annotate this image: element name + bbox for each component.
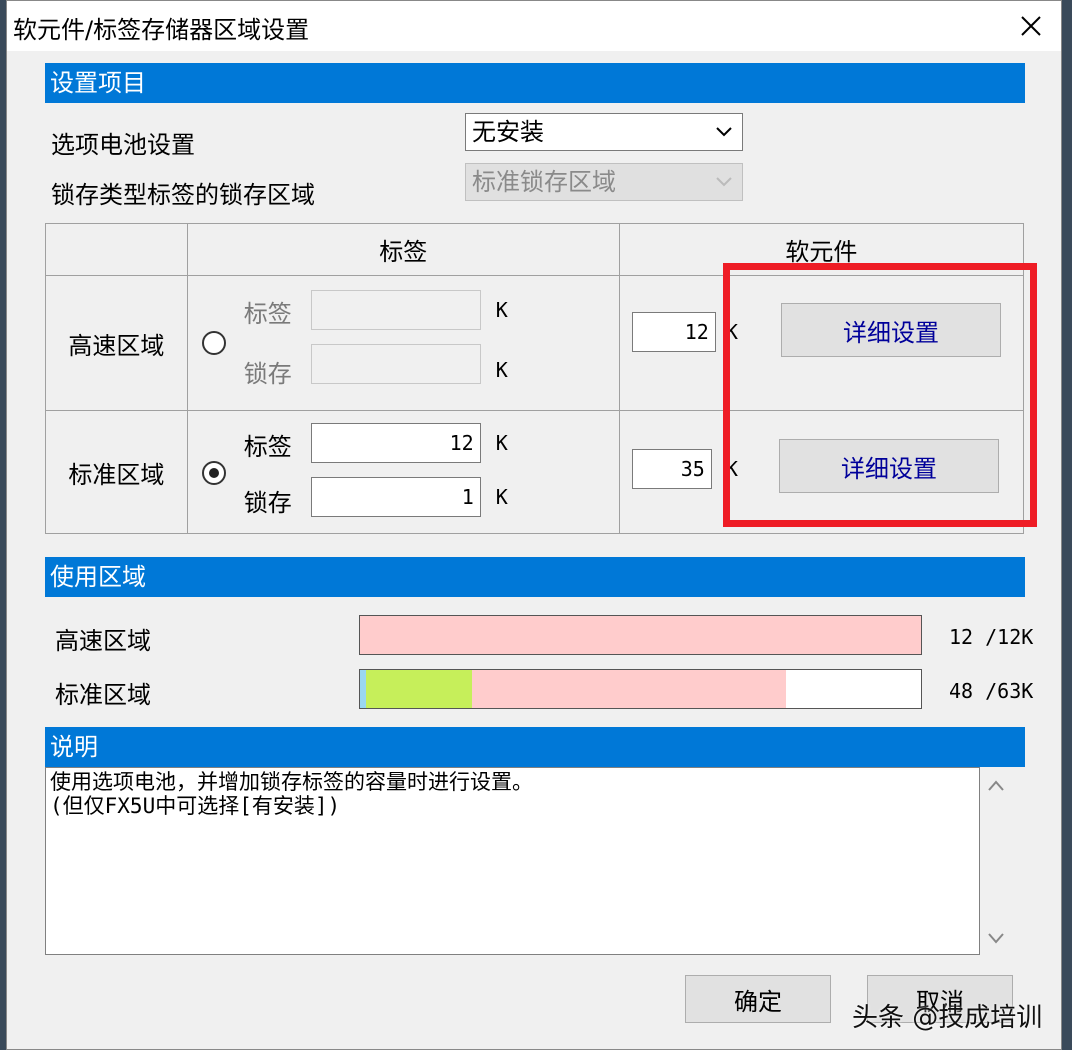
standard-latch-caption: 锁存 xyxy=(243,489,292,517)
column-header-label: 标签 xyxy=(186,223,620,276)
memory-area-settings-dialog: 软元件/标签存储器区域设置 设置项目 选项电池设置 无安装 锁存类型标签的锁存区… xyxy=(6,0,1062,1050)
chevron-down-icon xyxy=(716,127,732,137)
standard-label-unit: K xyxy=(495,431,508,455)
close-button[interactable] xyxy=(1011,7,1051,45)
standard-label-input[interactable]: 12 xyxy=(310,423,481,463)
latch-area-select: 标准锁存区域 xyxy=(465,163,743,201)
high-speed-label-input xyxy=(310,290,481,330)
title-bar: 软元件/标签存储器区域设置 xyxy=(7,1,1061,51)
high-speed-latch-caption: 锁存 xyxy=(243,360,292,388)
row-header-standard: 标准区域 xyxy=(45,410,188,534)
description-line-2: (但仅FX5U中可选择[有安装]) xyxy=(50,794,341,818)
usage-standard-label: 标准区域 xyxy=(55,681,151,709)
usage-high-speed-fill xyxy=(360,616,921,654)
high-speed-latch-unit: K xyxy=(495,358,508,382)
battery-setting-value: 无安装 xyxy=(472,118,544,146)
high-speed-radio[interactable] xyxy=(201,331,226,355)
standard-radio[interactable] xyxy=(201,461,226,485)
description-text-area[interactable]: 使用选项电池，并增加锁存标签的容量时进行设置。 (但仅FX5U中可选择[有安装]… xyxy=(45,767,980,955)
usage-standard-label-fill xyxy=(472,670,787,708)
high-speed-device-input[interactable]: 12 xyxy=(631,312,716,352)
battery-setting-label: 选项电池设置 xyxy=(51,131,195,159)
ok-button[interactable]: 确定 xyxy=(685,975,831,1023)
scroll-up-icon[interactable] xyxy=(987,779,1005,793)
settings-section-header: 设置项目 xyxy=(45,63,1025,103)
high-speed-label-cell: 标签 K 锁存 K xyxy=(186,275,620,411)
usage-standard-text: 48 /63K xyxy=(949,679,1034,703)
window-title: 软元件/标签存储器区域设置 xyxy=(13,16,310,44)
usage-high-speed-label: 高速区域 xyxy=(55,627,151,655)
usage-high-speed-bar xyxy=(359,615,922,655)
standard-latch-input[interactable]: 1 xyxy=(310,477,481,517)
description-section-header: 说明 xyxy=(45,727,1025,767)
chevron-down-icon xyxy=(716,177,732,187)
usage-standard-bar xyxy=(359,669,922,709)
standard-device-input[interactable]: 35 xyxy=(631,449,712,489)
table-corner xyxy=(45,223,188,276)
standard-label-caption: 标签 xyxy=(243,433,292,461)
usage-high-speed-text: 12 /12K xyxy=(949,625,1034,649)
high-speed-label-caption: 标签 xyxy=(243,300,292,328)
close-icon xyxy=(1021,16,1041,36)
description-line-1: 使用选项电池，并增加锁存标签的容量时进行设置。 xyxy=(50,770,533,794)
usage-standard-device-fill xyxy=(365,670,473,708)
latch-area-label: 锁存类型标签的锁存区域 xyxy=(51,181,315,209)
standard-latch-unit: K xyxy=(495,485,508,509)
high-speed-label-unit: K xyxy=(495,298,508,322)
latch-area-value: 标准锁存区域 xyxy=(472,168,616,196)
standard-label-cell: 标签 12 K 锁存 1 K xyxy=(186,410,620,534)
radio-selected-dot xyxy=(208,468,219,478)
usage-section-header: 使用区域 xyxy=(45,557,1025,597)
scroll-down-icon[interactable] xyxy=(987,931,1005,945)
battery-setting-select[interactable]: 无安装 xyxy=(465,113,743,151)
row-header-high-speed: 高速区域 xyxy=(45,275,188,411)
high-speed-latch-input xyxy=(310,344,481,384)
highlight-box xyxy=(723,263,1037,527)
watermark: 头条 @技成培训 xyxy=(852,1003,1043,1033)
